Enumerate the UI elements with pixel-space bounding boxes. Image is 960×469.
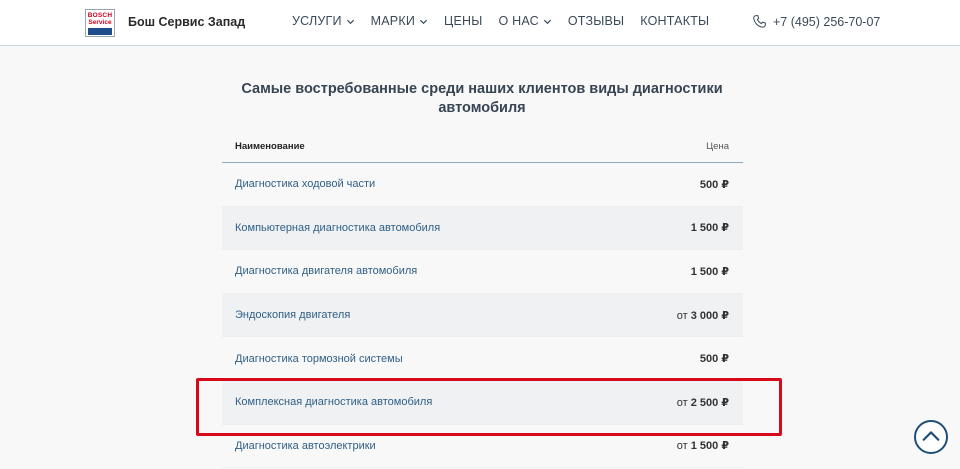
section-title: Самые востребованные среди наших клиенто… <box>222 80 742 118</box>
nav-label: ЦЕНЫ <box>444 14 483 28</box>
price-amount: 3 000 ₽ <box>690 309 729 322</box>
logo-text-bosch: BOSCH <box>87 12 113 19</box>
phone-number: +7 (495) 256-70-07 <box>773 14 881 29</box>
scroll-to-top-button[interactable] <box>914 420 948 454</box>
service-price: 500 ₽ <box>700 352 729 365</box>
table-row: Диагностика ходовой части 500 ₽ <box>222 163 743 207</box>
table-row: Эндоскопия двигателя от 3 000 ₽ <box>222 293 743 338</box>
chevron-down-icon <box>419 19 428 24</box>
service-link[interactable]: Компьютерная диагностика автомобиля <box>235 222 440 234</box>
price-amount: 500 ₽ <box>699 353 729 366</box>
table-row: Диагностика двигателя автомобиля 1 500 ₽ <box>222 250 743 294</box>
service-link[interactable]: Эндоскопия двигателя <box>235 309 350 321</box>
bosch-service-logo[interactable]: BOSCH Service <box>85 9 115 37</box>
price-amount: 1 500 ₽ <box>690 222 729 235</box>
brand-name[interactable]: Бош Сервис Запад <box>128 15 245 29</box>
price-prefix: от <box>676 440 691 453</box>
nav-label: ОТЗЫВЫ <box>567 14 625 28</box>
site-header: BOSCH Service Бош Сервис Запад УСЛУГИ МА… <box>0 0 960 46</box>
main-nav: УСЛУГИ МАРКИ ЦЕНЫ О НАС ОТЗЫВЫ КОНТАКТЫ <box>292 14 725 28</box>
service-link[interactable]: Диагностика ходовой части <box>235 178 375 190</box>
service-link[interactable]: Диагностика тормозной системы <box>235 353 403 365</box>
nav-item-services[interactable]: УСЛУГИ <box>292 14 355 28</box>
chevron-down-icon <box>543 19 551 24</box>
service-price: 500 ₽ <box>700 178 729 191</box>
nav-item-contacts[interactable]: КОНТАКТЫ <box>640 14 709 28</box>
service-price: от 1 500 ₽ <box>677 439 729 452</box>
table-row: Диагностика тормозной системы 500 ₽ <box>222 337 743 381</box>
service-price: 1 500 ₽ <box>691 265 729 278</box>
table-header: Наименование Цена <box>222 130 743 163</box>
logo-text-service: Service <box>88 19 112 26</box>
column-header-name: Наименование <box>235 140 305 152</box>
price-amount: 1 500 ₽ <box>690 265 729 278</box>
nav-label: УСЛУГИ <box>292 14 342 28</box>
chevron-down-icon <box>346 19 354 24</box>
logo-emblem <box>88 28 112 35</box>
price-amount: 500 ₽ <box>699 178 729 191</box>
chevron-up-icon <box>922 431 940 441</box>
service-link[interactable]: Диагностика автоэлектрики <box>235 440 376 452</box>
service-link[interactable]: Диагностика двигателя автомобиля <box>235 265 417 277</box>
table-row: Компьютерная диагностика автомобиля 1 50… <box>222 206 743 251</box>
service-price: от 3 000 ₽ <box>677 309 729 322</box>
nav-item-about[interactable]: О НАС <box>499 14 552 28</box>
nav-item-brands[interactable]: МАРКИ <box>371 14 428 28</box>
phone-icon <box>753 15 766 28</box>
nav-item-reviews[interactable]: ОТЗЫВЫ <box>568 14 624 28</box>
nav-label: МАРКИ <box>370 14 416 28</box>
highlight-box <box>196 378 782 436</box>
phone-link[interactable]: +7 (495) 256-70-07 <box>752 14 880 29</box>
nav-item-prices[interactable]: ЦЕНЫ <box>444 14 482 28</box>
section-title-line: Самые востребованные среди наших клиенто… <box>241 81 723 97</box>
section-title-line: автомобиля <box>438 100 526 116</box>
column-header-price: Цена <box>706 140 729 152</box>
price-amount: 1 500 ₽ <box>690 440 729 453</box>
nav-label: О НАС <box>498 14 539 28</box>
nav-label: КОНТАКТЫ <box>640 14 710 28</box>
service-price: 1 500 ₽ <box>691 221 729 234</box>
price-prefix: от <box>676 309 691 322</box>
